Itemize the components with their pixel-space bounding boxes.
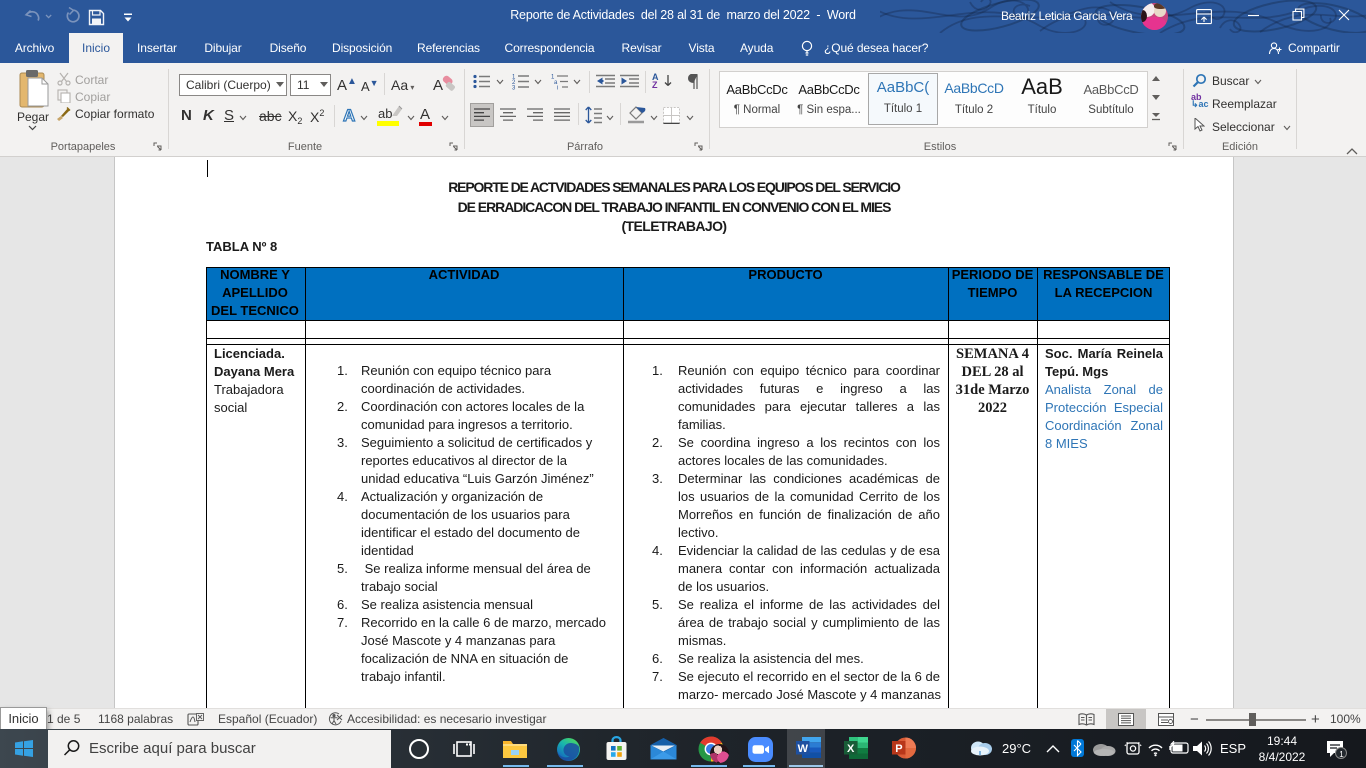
svg-text:X: X — [847, 743, 855, 755]
svg-text:3: 3 — [512, 86, 516, 91]
svg-text:W: W — [798, 743, 809, 755]
svg-text:1: 1 — [1339, 750, 1344, 759]
svg-text:A: A — [433, 77, 443, 94]
svg-text:P: P — [895, 743, 902, 755]
svg-text:i: i — [557, 86, 558, 91]
